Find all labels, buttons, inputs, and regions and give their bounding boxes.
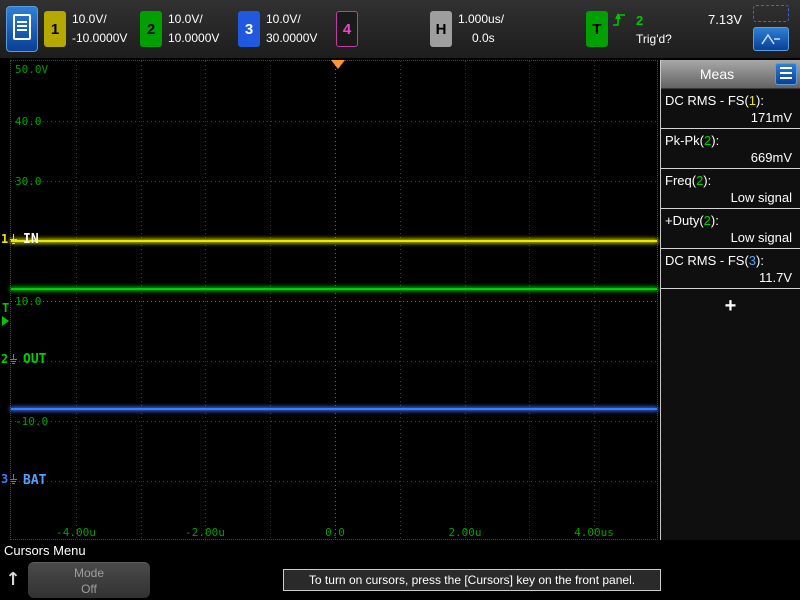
channel-2-ground-marker[interactable]: 2 [1, 352, 19, 366]
channel-3-key[interactable]: 3 [238, 11, 260, 47]
panel-title: Meas [699, 66, 735, 82]
channel-1-offset: -10.0000V [72, 31, 128, 45]
measurement-label-suffix: ): [703, 173, 712, 188]
measurement-channel: 2 [703, 213, 711, 228]
measurement-label-suffix: ): [711, 133, 720, 148]
trigger-slope-icon [612, 11, 626, 29]
x-axis-label: -2.00u [185, 526, 225, 539]
top-bar: 1 10.0V/ -10.0000V 2 10.0V/ 10.0000V 3 1… [0, 0, 800, 59]
trigger-source: 2 [636, 13, 644, 28]
channel-number: 2 [1, 352, 9, 366]
measurement-channel: 1 [748, 93, 757, 108]
measurement-channel: 3 [748, 253, 757, 268]
menu-button[interactable] [6, 6, 38, 52]
trigger-letter: T [2, 301, 10, 315]
measurement-value: 11.7V [758, 270, 792, 285]
measurements-panel: Meas DC RMS - FS(1): 171mV Pk-Pk(2): 669… [660, 60, 800, 540]
softkey-label: Mode [73, 566, 105, 580]
trigger-position-marker[interactable] [331, 60, 345, 69]
channel-number: 1 [1, 232, 9, 246]
channel-3-ground-marker[interactable]: 3 [1, 472, 19, 486]
channel-2-scale: 10.0V/ [168, 12, 203, 26]
horizontal-settings: 1.000us/ 0.0s [458, 10, 504, 48]
trigger-arrow-icon [2, 316, 9, 326]
measurement-row[interactable]: Freq(2): Low signal [661, 169, 800, 209]
y-axis-label: 40.0 [15, 115, 42, 128]
measurement-label-suffix: ): [756, 93, 764, 108]
measurement-label: Freq( [665, 173, 697, 188]
measurement-label-suffix: ): [756, 253, 764, 268]
channel-number: 3 [1, 472, 9, 486]
y-axis-label: 10.0 [15, 295, 42, 308]
measurement-label: DC RMS - FS( [665, 93, 749, 108]
x-axis-label: 0.0 [325, 526, 345, 539]
measurement-value: 669mV [750, 150, 792, 165]
trace-label-in: IN [23, 232, 39, 247]
trace-channel-1 [11, 240, 657, 242]
trace-channel-2 [11, 288, 657, 290]
channel-2-settings: 10.0V/ 10.0000V [168, 10, 219, 48]
ground-icon [9, 354, 19, 364]
channel-2-offset: 10.0000V [168, 31, 220, 45]
trigger-level-marker[interactable]: T [2, 301, 9, 326]
menu-title: Cursors Menu [4, 543, 86, 558]
oscilloscope-screen: 1 10.0V/ -10.0000V 2 10.0V/ 10.0000V 3 1… [0, 0, 800, 600]
channel-1-scale: 10.0V/ [72, 12, 107, 26]
measurement-value: Low signal [730, 230, 792, 245]
softkey-value: Off [81, 582, 97, 596]
measurement-label: DC RMS - FS( [665, 253, 749, 268]
channel-3-offset: 30.0000V [266, 31, 318, 45]
measurement-value: 171mV [750, 110, 792, 125]
trigger-key[interactable]: T [586, 11, 608, 47]
waveform-tools-button[interactable] [753, 27, 789, 51]
y-axis-label: 50.0V [15, 63, 49, 76]
x-axis-label: 2.00u [448, 526, 482, 539]
trace-label-out: OUT [23, 352, 47, 367]
hint-message: To turn on cursors, press the [Cursors] … [283, 569, 661, 591]
measurement-label-suffix: ): [710, 213, 719, 228]
graticule [11, 61, 657, 539]
y-axis-label: 30.0 [15, 175, 42, 188]
measurement-value: Low signal [730, 190, 792, 205]
measurement-label: Pk-Pk( [665, 133, 704, 148]
back-button[interactable]: ↑ [2, 566, 24, 594]
menu-icon [13, 14, 31, 40]
menu-icon [780, 67, 792, 69]
y-axis-label: -10.0 [15, 415, 49, 428]
trace-label-bat: BAT [23, 473, 47, 488]
ground-icon [9, 474, 19, 484]
channel-1-ground-marker[interactable]: 1 [1, 232, 19, 246]
add-measurement-button[interactable]: + [661, 289, 800, 323]
softkey-bar: Cursors Menu ↑ Mode Off To turn on curso… [0, 540, 800, 600]
measurement-row[interactable]: +Duty(2): Low signal [661, 209, 800, 249]
channel-1-key[interactable]: 1 [44, 11, 66, 47]
horizontal-key[interactable]: H [430, 11, 452, 47]
waveform-display: 50.0V 40.0 30.0 10.0 -10.0 -4.00u -2.00u… [10, 60, 658, 540]
measurement-row[interactable]: Pk-Pk(2): 669mV [661, 129, 800, 169]
channel-2-key[interactable]: 2 [140, 11, 162, 47]
measurements-menu-button[interactable] [775, 63, 797, 85]
channel-4-key[interactable]: 4 [336, 11, 358, 47]
ground-icon [9, 234, 19, 244]
timebase-delay: 0.0s [472, 31, 495, 45]
measurement-label: +Duty( [665, 213, 704, 228]
channel-3-scale: 10.0V/ [266, 12, 301, 26]
measurement-row[interactable]: DC RMS - FS(1): 171mV [661, 89, 800, 129]
trigger-level: 7.13V [708, 12, 742, 27]
channel-1-settings: 10.0V/ -10.0000V [72, 10, 127, 48]
trigger-status: Trig'd? [636, 32, 672, 46]
channel-3-settings: 10.0V/ 30.0000V [266, 10, 317, 48]
waveform-icon [761, 33, 780, 45]
mode-softkey[interactable]: Mode Off [28, 562, 150, 598]
timebase-scale: 1.000us/ [458, 12, 505, 26]
measurements-header: Meas [661, 60, 800, 89]
x-axis-label: -4.00u [56, 526, 96, 539]
capture-region-button[interactable] [753, 5, 789, 22]
x-axis-label: 4.00us [574, 526, 614, 539]
measurement-row[interactable]: DC RMS - FS(3): 11.7V [661, 249, 800, 289]
trace-channel-3 [11, 408, 657, 410]
